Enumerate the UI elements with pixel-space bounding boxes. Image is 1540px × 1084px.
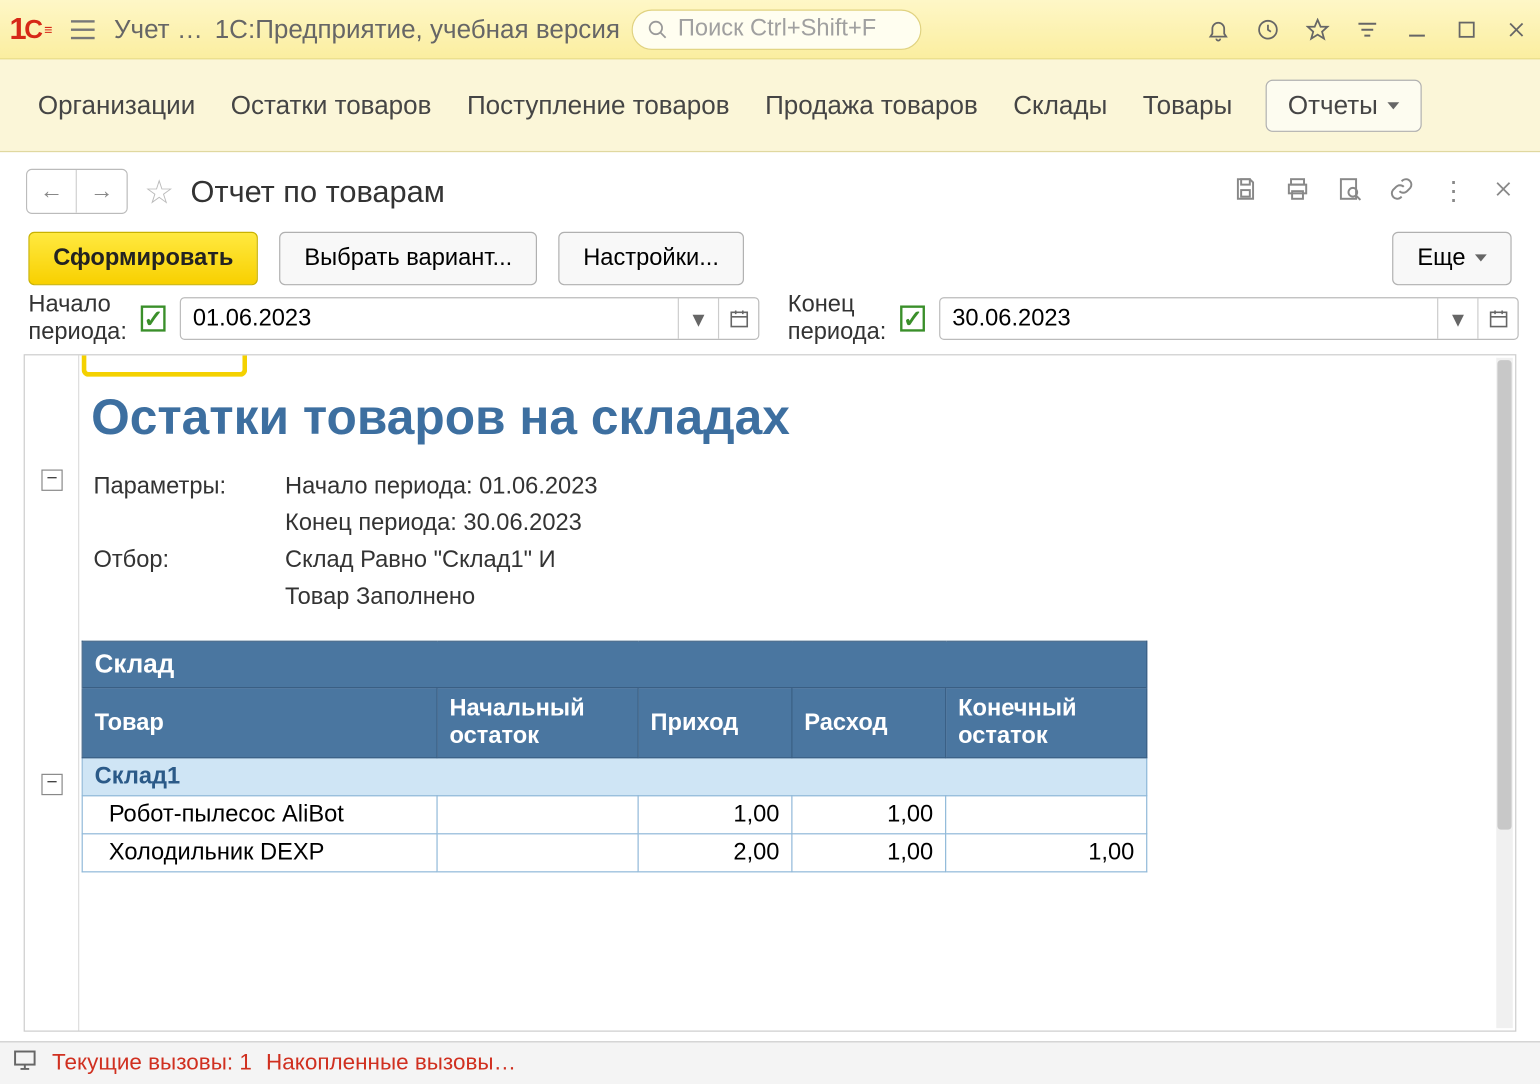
preview-icon[interactable] (1337, 176, 1363, 207)
minimize-icon[interactable] (1403, 15, 1431, 44)
report-table: Склад Товар Начальный остаток Приход Рас… (82, 641, 1148, 873)
cell-final[interactable]: 1,00 (946, 834, 1147, 872)
dropdown-icon[interactable]: ▾ (678, 298, 718, 338)
hamburger-icon[interactable] (71, 20, 95, 39)
period-start-value[interactable] (181, 305, 678, 332)
settings-button[interactable]: Настройки... (558, 231, 743, 284)
report-title: Остатки товаров на складах (91, 389, 1496, 446)
menu-bar: Организации Остатки товаров Поступление … (0, 59, 1540, 152)
favorite-star-icon[interactable]: ☆ (144, 172, 174, 211)
cell-out[interactable]: 1,00 (792, 834, 946, 872)
title-bar: 1C≡ Учет … 1С:Предприятие, учебная верси… (0, 0, 1540, 59)
period-filter-row: Начало периода: ✓ ▾ Конец периода: ✓ ▾ (5, 290, 1536, 347)
more-vertical-icon[interactable]: ⋮ (1441, 176, 1467, 207)
dropdown-icon[interactable]: ▾ (1437, 298, 1477, 338)
scrollbar-thumb[interactable] (1497, 360, 1511, 829)
app-title-full: 1С:Предприятие, учебная версия (215, 14, 620, 45)
filter-label: Отбор: (93, 543, 282, 577)
form-header: ← → ☆ Отчет по товарам ⋮ (5, 157, 1536, 226)
col-final: Конечный остаток (946, 688, 1147, 758)
group-row: Склад1 (82, 758, 1147, 796)
search-placeholder: Поиск Ctrl+Shift+F (678, 15, 876, 42)
menu-item-sales[interactable]: Продажа товаров (763, 83, 980, 128)
col-in: Приход (638, 688, 792, 758)
calendar-icon[interactable] (1477, 298, 1517, 338)
chevron-down-icon (1475, 254, 1487, 261)
menu-item-products[interactable]: Товары (1140, 83, 1234, 128)
cell-initial[interactable] (437, 834, 638, 872)
filter-line-2: Товар Заполнено (285, 580, 612, 614)
nav-buttons: ← → (26, 169, 128, 214)
col-initial: Начальный остаток (437, 688, 638, 758)
status-current-calls[interactable]: Текущие вызовы: 1 (52, 1050, 252, 1076)
save-icon[interactable] (1232, 176, 1258, 207)
monitor-icon[interactable] (12, 1047, 38, 1080)
period-end-value[interactable] (940, 305, 1437, 332)
period-end-label: Конец периода: (788, 291, 887, 346)
star-icon[interactable] (1303, 15, 1331, 44)
print-icon[interactable] (1285, 176, 1311, 207)
reports-dropdown-button[interactable]: Отчеты (1265, 79, 1421, 131)
calendar-icon[interactable] (718, 298, 758, 338)
more-button-label: Еще (1417, 244, 1465, 271)
close-form-icon[interactable] (1493, 178, 1514, 204)
cell-product[interactable]: Робот-пылесос AliBot (82, 796, 437, 834)
status-accum-calls[interactable]: Накопленные вызовы… (266, 1050, 516, 1076)
maximize-icon[interactable] (1452, 15, 1480, 44)
col-out: Расход (792, 688, 946, 758)
vertical-scrollbar[interactable] (1496, 358, 1513, 1028)
group-label[interactable]: Склад1 (82, 758, 1147, 796)
cell-in[interactable]: 2,00 (638, 834, 792, 872)
app-title-short: Учет … (114, 14, 203, 45)
cell-out[interactable]: 1,00 (792, 796, 946, 834)
panels-icon[interactable] (1353, 15, 1381, 44)
period-end-input[interactable]: ▾ (939, 297, 1519, 340)
table-row: Холодильник DEXP 2,00 1,00 1,00 (82, 834, 1147, 872)
period-start-input[interactable]: ▾ (180, 297, 760, 340)
choose-variant-button[interactable]: Выбрать вариант... (280, 231, 538, 284)
chevron-down-icon (1387, 102, 1399, 109)
col-warehouse: Склад (82, 641, 1147, 687)
cell-product[interactable]: Холодильник DEXP (82, 834, 437, 872)
search-icon (647, 18, 668, 39)
status-bar: Текущие вызовы: 1 Накопленные вызовы… (0, 1041, 1540, 1084)
cell-initial[interactable] (437, 796, 638, 834)
form-area: ← → ☆ Отчет по товарам ⋮ Сформировать Вы… (0, 152, 1540, 1041)
page-title: Отчет по товарам (191, 173, 1221, 210)
table-row: Робот-пылесос AliBot 1,00 1,00 (82, 796, 1147, 834)
search-input[interactable]: Поиск Ctrl+Shift+F (632, 9, 922, 49)
param-start: Начало периода: 01.06.2023 (285, 469, 612, 503)
menu-item-stock[interactable]: Остатки товаров (228, 83, 433, 128)
menu-item-receipts[interactable]: Поступление товаров (465, 83, 732, 128)
cell-in[interactable]: 1,00 (638, 796, 792, 834)
filter-line-1: Склад Равно "Склад1" И (285, 543, 612, 577)
period-start-checkbox[interactable]: ✓ (141, 305, 166, 331)
menu-item-warehouses[interactable]: Склады (1011, 83, 1110, 128)
generate-button[interactable]: Сформировать (28, 231, 258, 284)
reports-dropdown-label: Отчеты (1288, 90, 1378, 121)
params-label: Параметры: (93, 469, 282, 503)
more-button[interactable]: Еще (1393, 231, 1512, 284)
menu-item-organizations[interactable]: Организации (35, 83, 197, 128)
col-product: Товар (82, 688, 437, 758)
period-end-checkbox[interactable]: ✓ (900, 305, 925, 331)
form-tools: ⋮ (1232, 176, 1514, 207)
period-start-label: Начало периода: (28, 291, 127, 346)
report-parameters: Параметры: Начало периода: 01.06.2023 Ко… (91, 467, 614, 617)
param-end: Конец периода: 30.06.2023 (285, 506, 612, 540)
bell-icon[interactable] (1204, 15, 1232, 44)
report-pane: − − Остатки товаров на складах Параметры… (24, 354, 1517, 1032)
close-icon[interactable] (1502, 15, 1530, 44)
nav-back-button[interactable]: ← (27, 170, 77, 213)
nav-forward-button[interactable]: → (77, 170, 127, 213)
app-logo-icon: 1C≡ (9, 11, 52, 48)
command-bar: Сформировать Выбрать вариант... Настройк… (5, 226, 1536, 290)
cell-final[interactable] (946, 796, 1147, 834)
report-content[interactable]: Остатки товаров на складах Параметры: На… (25, 355, 1496, 1030)
titlebar-icons (1204, 15, 1530, 44)
history-icon[interactable] (1254, 15, 1282, 44)
link-icon[interactable] (1389, 176, 1415, 207)
